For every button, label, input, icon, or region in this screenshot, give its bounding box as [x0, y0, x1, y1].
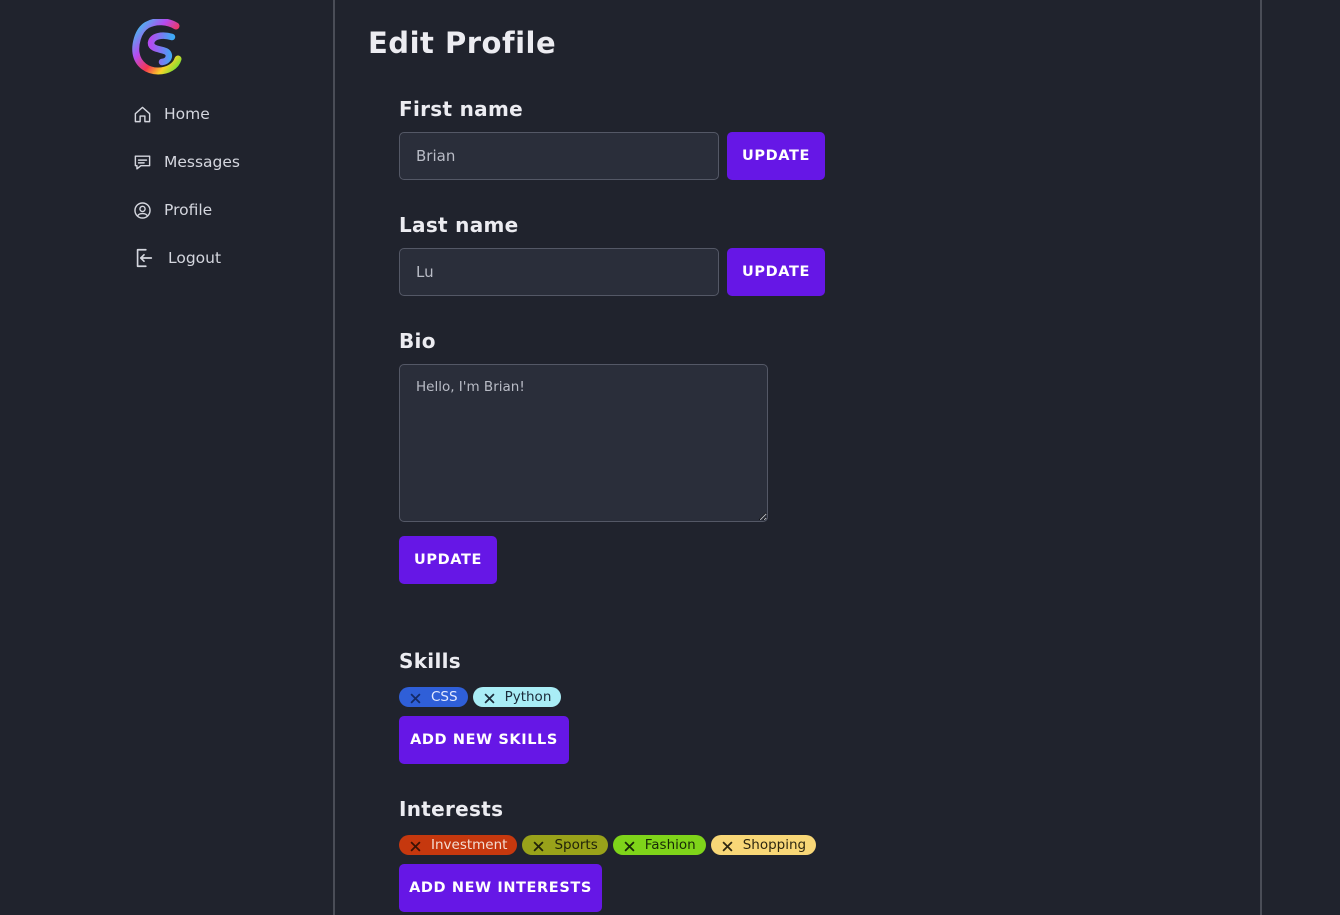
- bio-label: Bio: [399, 329, 436, 353]
- content-divider: [1260, 0, 1262, 915]
- sidebar-item-home[interactable]: Home: [133, 90, 240, 138]
- sidebar-item-label: Home: [164, 105, 210, 123]
- last-name-label: Last name: [399, 213, 519, 237]
- add-new-skills-button[interactable]: ADD NEW SKILLS: [399, 716, 569, 764]
- interest-tag-label: Shopping: [742, 837, 807, 853]
- app-logo[interactable]: [132, 19, 182, 75]
- chat-icon: [134, 154, 151, 170]
- interests-tags: Investment Sports Fashion Shopping: [399, 835, 817, 855]
- skill-tag-label: CSS: [431, 689, 458, 705]
- sidebar-item-logout[interactable]: Logout: [133, 234, 240, 282]
- first-name-label: First name: [399, 97, 523, 121]
- interest-tag: Fashion: [612, 835, 706, 855]
- sidebar-item-messages[interactable]: Messages: [133, 138, 240, 186]
- skills-label: Skills: [399, 649, 461, 673]
- interests-label: Interests: [399, 797, 504, 821]
- sidebar-item-label: Logout: [168, 249, 222, 267]
- interest-tag: Sports: [522, 835, 608, 855]
- skills-tags: CSS Python: [399, 687, 562, 707]
- sidebar: Home Messages Profile Logout: [0, 0, 333, 915]
- interest-tag: Investment: [399, 835, 518, 855]
- interest-tag: Shopping: [710, 835, 817, 855]
- logout-icon: [136, 248, 153, 268]
- user-circle-icon: [134, 201, 151, 219]
- skill-tag: Python: [472, 687, 562, 707]
- page-title: Edit Profile: [368, 26, 557, 60]
- update-bio-button[interactable]: UPDATE: [399, 536, 497, 584]
- interest-tag-label: Fashion: [644, 837, 696, 853]
- remove-tag-icon[interactable]: [533, 841, 544, 852]
- interest-tag-label: Investment: [431, 837, 508, 853]
- sidebar-item-profile[interactable]: Profile: [133, 186, 240, 234]
- last-name-input[interactable]: [399, 248, 719, 296]
- remove-tag-icon[interactable]: [484, 693, 495, 704]
- update-first-name-button[interactable]: UPDATE: [727, 132, 825, 180]
- remove-tag-icon[interactable]: [410, 841, 421, 852]
- remove-tag-icon[interactable]: [410, 693, 421, 704]
- skill-tag-label: Python: [504, 689, 552, 705]
- add-new-interests-button[interactable]: ADD NEW INTERESTS: [399, 864, 602, 912]
- update-last-name-button[interactable]: UPDATE: [727, 248, 825, 296]
- sidebar-nav: Home Messages Profile Logout: [133, 90, 240, 282]
- interest-tag-label: Sports: [554, 837, 598, 853]
- sidebar-divider: [333, 0, 335, 915]
- skill-tag: CSS: [399, 687, 468, 707]
- remove-tag-icon[interactable]: [624, 841, 635, 852]
- bio-textarea[interactable]: Hello, I'm Brian!: [399, 364, 768, 522]
- sidebar-item-label: Messages: [164, 153, 241, 171]
- remove-tag-icon[interactable]: [722, 841, 733, 852]
- home-icon: [134, 106, 151, 122]
- first-name-input[interactable]: [399, 132, 719, 180]
- sidebar-item-label: Profile: [164, 201, 213, 219]
